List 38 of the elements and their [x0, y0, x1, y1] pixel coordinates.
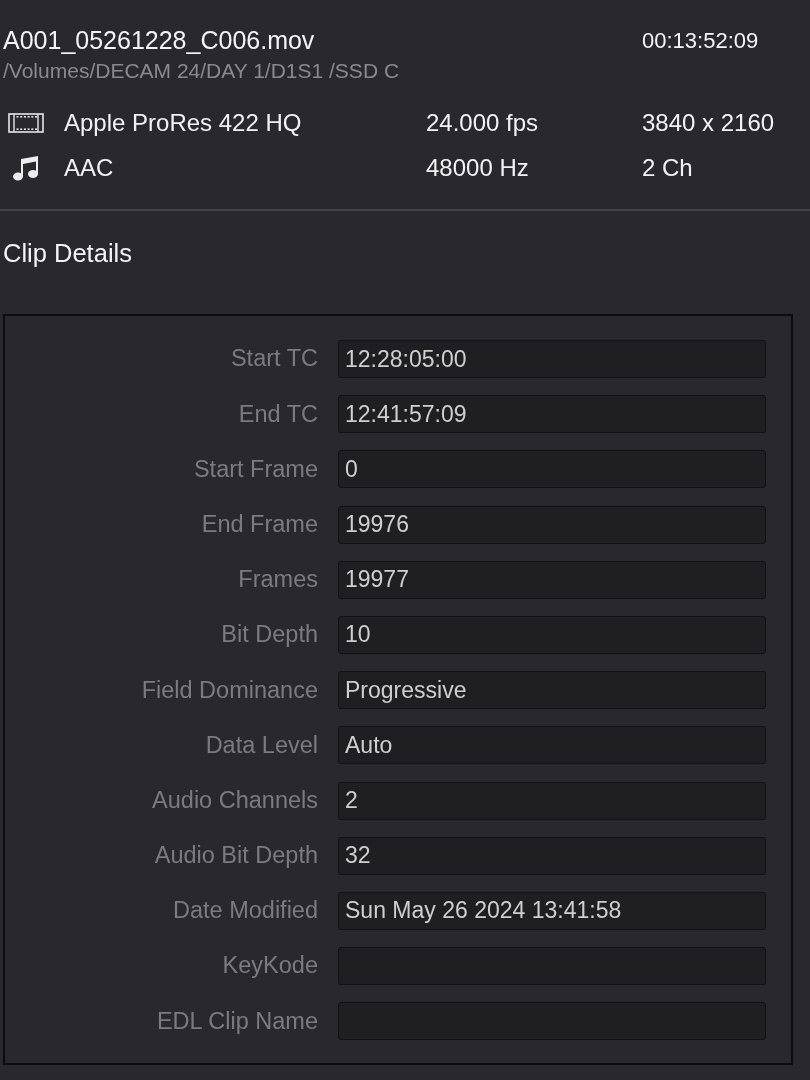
codec-text: AAC [64, 153, 114, 183]
field-label: Audio Bit Depth [154, 841, 318, 871]
section-title: Clip Details [3, 238, 132, 268]
field-label: Frames [238, 565, 318, 595]
field-label: KeyKode [222, 951, 318, 981]
codec-text: Apple ProRes 422 HQ [64, 108, 302, 138]
field-label: Audio Channels [152, 785, 318, 815]
clip-filename: A001_05261228_C006.mov [3, 25, 315, 56]
text-field[interactable]: 12:28:05:00 [338, 340, 766, 378]
film-strip-icon [8, 113, 44, 133]
text-field[interactable]: 19977 [338, 560, 766, 599]
clip-path: /Volumes/DECAM 24/DAY 1/D1S1 /SSD C [3, 58, 400, 84]
text-field[interactable]: Progressive [338, 671, 766, 710]
text-field[interactable]: 2 [338, 781, 766, 820]
rate-text: 24.000 fps [426, 108, 539, 138]
text-field[interactable]: 12:41:57:09 [338, 395, 766, 434]
text-field[interactable] [338, 1002, 766, 1041]
music-note-icon [12, 155, 40, 181]
text-field[interactable]: 32 [338, 836, 766, 875]
text-field[interactable] [338, 947, 766, 986]
text-field[interactable]: Auto [338, 726, 766, 765]
text-field[interactable]: 19976 [338, 505, 766, 544]
text-field[interactable]: 10 [338, 615, 766, 654]
field-label: Bit Depth [221, 620, 318, 650]
rate-text: 48000 Hz [426, 153, 529, 183]
field-label: Data Level [205, 730, 318, 760]
format-text: 2 Ch [642, 153, 693, 183]
text-field[interactable]: Sun May 26 2024 13:41:58 [338, 891, 766, 930]
clip-duration: 00:13:52:09 [642, 27, 759, 56]
field-label: End Frame [201, 509, 318, 539]
field-label: Date Modified [173, 896, 318, 926]
field-label: Field Dominance [141, 675, 318, 705]
text-field[interactable]: 0 [338, 450, 766, 489]
field-label: Start TC [230, 344, 318, 374]
field-label: Start Frame [193, 454, 318, 484]
field-label: End TC [238, 399, 318, 429]
format-text: 3840 x 2160 [642, 108, 775, 138]
field-label: EDL Clip Name [156, 1006, 318, 1036]
